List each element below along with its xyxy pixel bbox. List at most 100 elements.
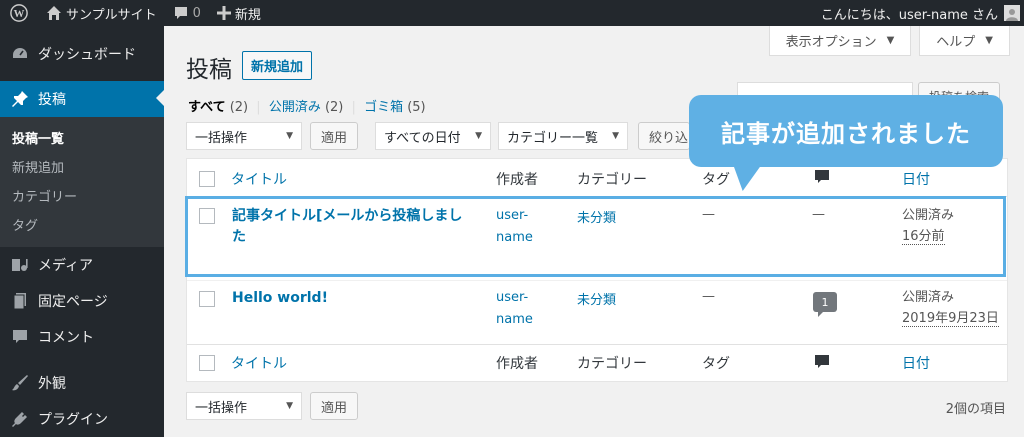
screen-options-button[interactable]: 表示オプション ▼ [768, 26, 912, 56]
site-name-menu[interactable]: サンプルサイト [38, 0, 165, 26]
select-all-checkbox[interactable] [199, 171, 215, 187]
menu-dashboard-label: ダッシュボード [38, 47, 136, 63]
menu-dashboard[interactable]: ダッシュボード [0, 36, 164, 72]
category-filter-select[interactable]: カテゴリー一覧 ▼ [498, 122, 628, 150]
status-filter-links: すべて (2) | 公開済み (2) | ゴミ箱 (5) [188, 96, 426, 115]
post-author-link[interactable]: user- name [496, 205, 533, 249]
menu-appearance[interactable]: 外観 [0, 365, 164, 401]
column-title[interactable]: タイトル [231, 169, 287, 189]
bulk-action-select[interactable]: 一括操作 ▼ [186, 122, 302, 150]
author-line: user- [496, 290, 529, 305]
site-name: サンプルサイト [66, 7, 157, 23]
chevron-down-icon: ▼ [612, 131, 619, 141]
post-comments: — [812, 207, 825, 222]
select-all-checkbox[interactable] [199, 355, 215, 371]
media-icon [10, 255, 30, 275]
post-category-link[interactable]: 未分類 [577, 289, 616, 308]
menu-appearance-label: 外観 [38, 376, 66, 392]
post-author-link[interactable]: user- name [496, 287, 533, 331]
comment-icon [173, 5, 189, 21]
dashboard-icon [10, 44, 30, 64]
bulk-action-value: 一括操作 [195, 400, 248, 416]
column-author: 作成者 [496, 172, 538, 188]
menu-plugins-label: プラグイン [38, 412, 108, 428]
screen-options-label: 表示オプション [785, 35, 877, 50]
pages-icon [10, 291, 30, 311]
apply-button[interactable]: 適用 [310, 122, 359, 150]
filter-published[interactable]: 公開済み [269, 100, 321, 115]
pushpin-icon [10, 89, 30, 109]
paintbrush-icon [10, 373, 30, 393]
menu-pages[interactable]: 固定ページ [0, 283, 164, 319]
admin-bar: W サンプルサイト 0 新規 こんにちは、user-name さん [0, 0, 1024, 26]
new-label: 新規 [234, 7, 261, 23]
new-content-menu[interactable]: 新規 [209, 0, 269, 26]
table-row: 記事タイトル[メールから投稿しまし た user- name 未分類 — — 公… [187, 197, 1007, 281]
filter-all[interactable]: すべて [188, 100, 226, 115]
post-tags: — [702, 289, 715, 304]
posts-table: タイトル 作成者 カテゴリー タグ 日付 記事タイトル[メールから投稿しまし た… [186, 158, 1008, 382]
menu-plugins[interactable]: プラグイン [0, 401, 164, 437]
column-tags: タグ [702, 172, 730, 188]
submenu-all-posts[interactable]: 投稿一覧 [0, 123, 164, 152]
items-count: 2個の項目 [945, 402, 1006, 417]
callout-annotation: 記事が追加されました [689, 95, 1003, 167]
post-date-value: 2019年9月23日 [902, 311, 999, 327]
menu-comments[interactable]: コメント [0, 319, 164, 355]
author-line: name [496, 312, 533, 327]
date-filter-value: すべての日付 [384, 130, 461, 146]
post-date: 公開済み 16分前 [902, 205, 954, 247]
comment-column-icon[interactable] [814, 169, 830, 189]
post-title-line: た [232, 229, 246, 245]
caret-down-icon: ▼ [886, 35, 895, 46]
filter-trash[interactable]: ゴミ箱 [364, 100, 403, 115]
post-category-link[interactable]: 未分類 [577, 207, 616, 226]
category-filter-value: カテゴリー一覧 [507, 130, 599, 146]
help-button[interactable]: ヘルプ ▼ [919, 26, 1010, 56]
comments-icon [10, 327, 30, 347]
chevron-down-icon: ▼ [286, 401, 293, 411]
row-checkbox[interactable] [199, 208, 215, 224]
column-date[interactable]: 日付 [902, 353, 930, 373]
comment-column-icon[interactable] [814, 354, 830, 374]
column-categories: カテゴリー [577, 172, 647, 188]
column-title[interactable]: タイトル [231, 353, 287, 373]
comments-menu[interactable]: 0 [165, 0, 209, 26]
row-checkbox[interactable] [199, 291, 215, 307]
filter-button[interactable]: 絞り込 [638, 122, 690, 150]
menu-pages-label: 固定ページ [38, 294, 108, 310]
submenu-add-new[interactable]: 新規追加 [0, 152, 164, 181]
separator: | [351, 100, 356, 115]
bulk-action-select-bottom[interactable]: 一括操作 ▼ [186, 392, 302, 420]
author-line: user- [496, 208, 529, 223]
svg-text:W: W [14, 8, 25, 20]
post-status: 公開済み [902, 290, 955, 305]
bulk-action-value: 一括操作 [195, 130, 248, 146]
filter-published-count: (2) [324, 100, 344, 115]
submenu-categories[interactable]: カテゴリー [0, 181, 164, 210]
greeting: こんにちは、user-name さん [820, 7, 998, 23]
apply-button-bottom[interactable]: 適用 [310, 392, 359, 420]
screen-meta-tabs: 表示オプション ▼ ヘルプ ▼ [768, 26, 1010, 56]
menu-posts[interactable]: 投稿 [0, 81, 164, 117]
posts-submenu: 投稿一覧 新規追加 カテゴリー タグ [0, 117, 164, 247]
wordpress-logo-icon[interactable]: W [0, 0, 38, 26]
submenu-tags[interactable]: タグ [0, 210, 164, 239]
post-title-link[interactable]: Hello world! [232, 288, 328, 309]
comment-count: 0 [192, 5, 201, 21]
column-date[interactable]: 日付 [902, 169, 930, 189]
plug-icon [10, 409, 30, 429]
comment-count-bubble[interactable]: 1 [813, 292, 837, 317]
add-new-button[interactable]: 新規追加 [242, 51, 313, 80]
table-row: Hello world! user- name 未分類 — 1 公開済み 201… [187, 281, 1007, 345]
chevron-down-icon: ▼ [475, 131, 482, 141]
menu-media-label: メディア [38, 258, 94, 274]
help-label: ヘルプ [936, 35, 976, 50]
date-filter-select[interactable]: すべての日付 ▼ [375, 122, 491, 150]
main-content: 表示オプション ▼ ヘルプ ▼ 投稿 新規追加 投稿を検索 すべて (2) | … [164, 26, 1024, 437]
menu-media[interactable]: メディア [0, 247, 164, 283]
post-title-link[interactable]: 記事タイトル[メールから投稿しまし た [232, 206, 482, 248]
author-line: name [496, 230, 533, 245]
my-account-menu[interactable]: こんにちは、user-name さん [821, 4, 1024, 23]
post-status: 公開済み [902, 208, 955, 223]
